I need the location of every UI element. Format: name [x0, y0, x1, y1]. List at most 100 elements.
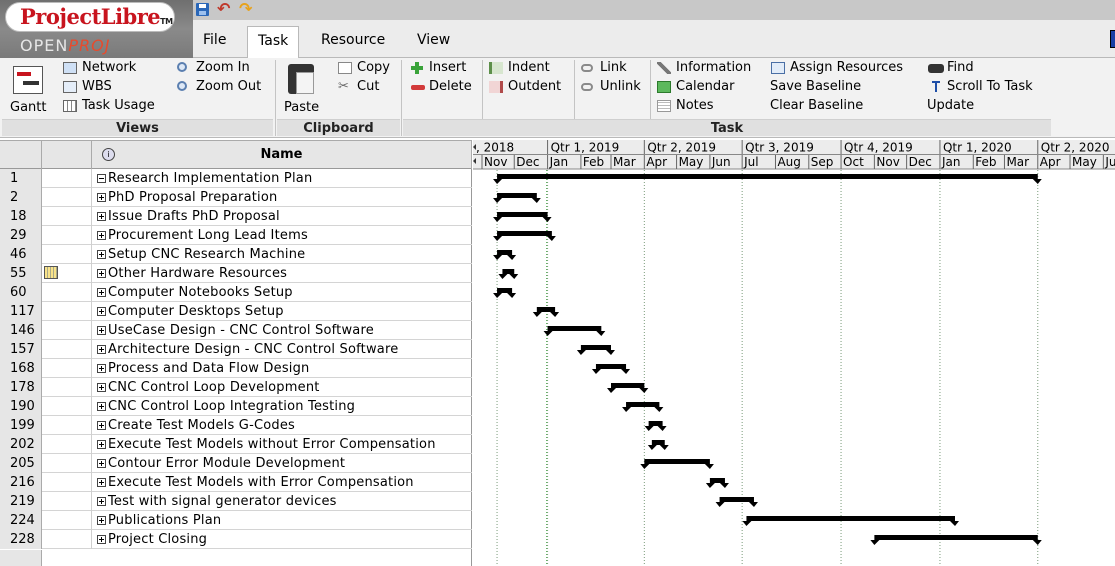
- task-name-cell[interactable]: CNC Control Loop Integration Testing: [92, 397, 472, 416]
- summary-bar[interactable]: [591, 364, 631, 374]
- expand-icon[interactable]: [97, 193, 106, 202]
- summary-bar[interactable]: [498, 269, 519, 279]
- expand-icon[interactable]: [97, 212, 106, 221]
- clear-baseline-button[interactable]: Clear Baseline: [770, 97, 863, 115]
- table-row[interactable]: 29 Procurement Long Lead Items: [0, 226, 472, 245]
- assign-resources-button[interactable]: Assign Resources: [770, 59, 903, 77]
- network-button[interactable]: Network: [62, 59, 136, 77]
- table-row[interactable]: 202 Execute Test Models without Error Com…: [0, 435, 472, 454]
- gantt-button[interactable]: Gantt: [4, 58, 58, 116]
- unlink-button[interactable]: Unlink: [580, 78, 641, 96]
- table-row[interactable]: 190 CNC Control Loop Integration Testing: [0, 397, 472, 416]
- indent-button[interactable]: Indent: [488, 59, 550, 77]
- expand-icon[interactable]: [97, 402, 106, 411]
- summary-bar[interactable]: [576, 345, 615, 355]
- task-name-cell[interactable]: Architecture Design - CNC Control Softwa…: [92, 340, 472, 359]
- zoom-out-button[interactable]: Zoom Out: [176, 78, 261, 96]
- summary-bar[interactable]: [493, 174, 1042, 184]
- task-name-cell[interactable]: UseCase Design - CNC Control Software: [92, 321, 472, 340]
- task-name-cell[interactable]: Process and Data Flow Design: [92, 359, 472, 378]
- expand-icon[interactable]: [97, 459, 106, 468]
- table-row[interactable]: 199 Create Test Models G-Codes: [0, 416, 472, 435]
- find-button[interactable]: Find: [927, 59, 974, 77]
- table-row[interactable]: 60 Computer Notebooks Setup: [0, 283, 472, 302]
- summary-bar[interactable]: [622, 402, 664, 412]
- expand-icon[interactable]: [97, 345, 106, 354]
- summary-bar[interactable]: [870, 535, 1042, 545]
- expand-icon[interactable]: [97, 269, 106, 278]
- table-row[interactable]: 117 Computer Desktops Setup: [0, 302, 472, 321]
- tab-resource[interactable]: Resource: [311, 26, 395, 58]
- expand-icon[interactable]: [97, 364, 106, 373]
- wbs-button[interactable]: WBS: [62, 78, 112, 96]
- summary-bar[interactable]: [742, 516, 959, 526]
- task-name-cell[interactable]: Create Test Models G-Codes: [92, 416, 472, 435]
- summary-bar[interactable]: [532, 307, 560, 317]
- redo-icon[interactable]: ↷: [239, 1, 257, 18]
- summary-bar[interactable]: [640, 459, 714, 469]
- id-column-header[interactable]: [0, 141, 42, 169]
- table-row[interactable]: 55 Other Hardware Resources: [0, 264, 472, 283]
- expand-icon[interactable]: [97, 535, 106, 544]
- tab-view[interactable]: View: [407, 26, 460, 58]
- expand-icon[interactable]: [97, 478, 106, 487]
- table-row[interactable]: 1 Research Implementation Plan: [0, 169, 472, 188]
- undo-icon[interactable]: ↶: [217, 1, 235, 18]
- name-column-header[interactable]: Name: [92, 141, 472, 169]
- task-name-cell[interactable]: Issue Drafts PhD Proposal: [92, 207, 472, 226]
- expand-icon[interactable]: [97, 516, 106, 525]
- task-name-cell[interactable]: Execute Test Models without Error Compen…: [92, 435, 472, 454]
- summary-bar[interactable]: [647, 440, 669, 450]
- copy-button[interactable]: Copy: [337, 59, 390, 77]
- summary-bar[interactable]: [493, 288, 517, 298]
- task-name-cell[interactable]: Publications Plan: [92, 511, 472, 530]
- table-row[interactable]: 157 Architecture Design - CNC Control Sof…: [0, 340, 472, 359]
- task-name-cell[interactable]: Test with signal generator devices: [92, 492, 472, 511]
- window-control-icon[interactable]: [1110, 30, 1115, 48]
- insert-button[interactable]: Insert: [409, 59, 466, 77]
- table-row[interactable]: 216 Execute Test Models with Error Compen…: [0, 473, 472, 492]
- task-name-cell[interactable]: PhD Proposal Preparation: [92, 188, 472, 207]
- table-row[interactable]: 2 PhD Proposal Preparation: [0, 188, 472, 207]
- expand-icon[interactable]: [97, 307, 106, 316]
- expand-icon[interactable]: [97, 250, 106, 259]
- tab-file[interactable]: File: [193, 26, 236, 58]
- calendar-button[interactable]: Calendar: [656, 78, 734, 96]
- tab-task[interactable]: Task: [247, 26, 300, 58]
- update-button[interactable]: Update: [927, 97, 974, 115]
- expand-icon[interactable]: [97, 440, 106, 449]
- summary-bar[interactable]: [644, 421, 667, 431]
- summary-bar[interactable]: [493, 193, 541, 203]
- delete-button[interactable]: Delete: [409, 78, 472, 96]
- cut-button[interactable]: Cut: [337, 78, 379, 96]
- task-name-cell[interactable]: Research Implementation Plan: [92, 169, 472, 188]
- table-row[interactable]: 178 CNC Control Loop Development: [0, 378, 472, 397]
- table-row[interactable]: 228 Project Closing: [0, 530, 472, 549]
- task-usage-button[interactable]: Task Usage: [62, 97, 155, 115]
- table-row[interactable]: 224 Publications Plan: [0, 511, 472, 530]
- expand-icon[interactable]: [97, 288, 106, 297]
- collapse-icon[interactable]: [97, 174, 106, 183]
- summary-bar[interactable]: [705, 478, 729, 488]
- indicators-column-header[interactable]: i: [42, 141, 115, 169]
- table-row[interactable]: 146 UseCase Design - CNC Control Software: [0, 321, 472, 340]
- paste-button[interactable]: Paste: [280, 58, 332, 116]
- task-name-cell[interactable]: Contour Error Module Development: [92, 454, 472, 473]
- summary-bar[interactable]: [543, 326, 606, 336]
- table-row[interactable]: 18 Issue Drafts PhD Proposal: [0, 207, 472, 226]
- scroll-to-task-button[interactable]: Scroll To Task: [927, 78, 1033, 96]
- task-name-cell[interactable]: CNC Control Loop Development: [92, 378, 472, 397]
- summary-bar[interactable]: [493, 212, 552, 222]
- task-name-cell[interactable]: Other Hardware Resources: [92, 264, 472, 283]
- zoom-in-button[interactable]: Zoom In: [176, 59, 250, 77]
- task-name-cell[interactable]: Execute Test Models with Error Compensat…: [92, 473, 472, 492]
- task-name-cell[interactable]: Computer Notebooks Setup: [92, 283, 472, 302]
- summary-bar[interactable]: [607, 383, 649, 393]
- expand-icon[interactable]: [97, 231, 106, 240]
- table-row[interactable]: 205 Contour Error Module Development: [0, 454, 472, 473]
- link-button[interactable]: Link: [580, 59, 627, 77]
- information-button[interactable]: Information: [656, 59, 751, 77]
- task-name-cell[interactable]: Computer Desktops Setup: [92, 302, 472, 321]
- notes-button[interactable]: Notes: [656, 97, 714, 115]
- outdent-button[interactable]: Outdent: [488, 78, 561, 96]
